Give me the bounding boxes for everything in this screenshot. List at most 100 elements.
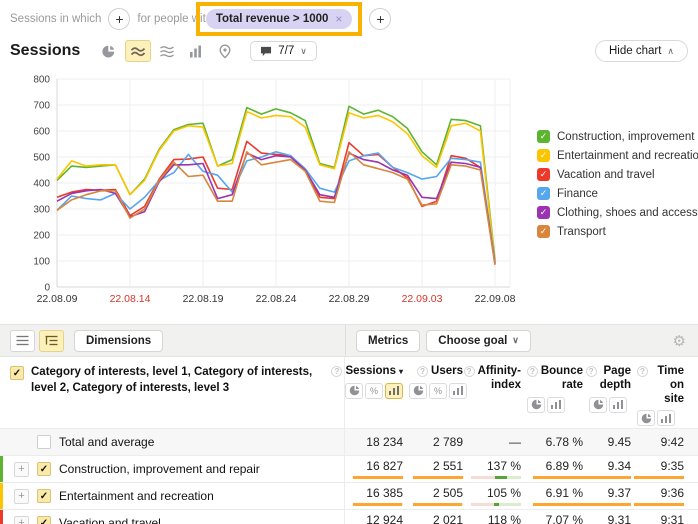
legend-item[interactable]: ✓ Entertainment and recreation (537, 149, 695, 162)
table-row[interactable]: + ✓ Construction, improvement and repair 16… (0, 455, 698, 482)
row-checkbox[interactable] (37, 435, 51, 449)
bars-toggle-icon[interactable] (657, 410, 675, 426)
bars-toggle-icon[interactable] (385, 383, 403, 399)
legend-label: Entertainment and recreation (557, 150, 698, 162)
expand-row-button[interactable]: + (14, 516, 29, 524)
legend-checkbox[interactable]: ✓ (537, 206, 550, 219)
chart-header: Sessions 7/7 ∨ Hide chart ∧ (0, 34, 698, 64)
metric-value: 118 % (488, 513, 521, 524)
pie-toggle-icon[interactable] (589, 397, 607, 413)
y-axis-tick-label: 300 (33, 205, 50, 216)
row-label[interactable]: Construction, improvement and repair (59, 462, 260, 476)
segment-chip-total-revenue[interactable]: Total revenue > 1000 × (206, 9, 353, 29)
row-checkbox[interactable]: ✓ (37, 489, 51, 503)
metric-value: 9.45 (608, 435, 631, 449)
pie-toggle-icon[interactable] (409, 383, 427, 399)
map-pin-icon[interactable] (212, 40, 238, 62)
expand-row-button[interactable]: + (14, 462, 29, 477)
legend-label: Finance (557, 188, 598, 200)
dimension-checkbox[interactable]: ✓ (10, 366, 24, 380)
legend-item[interactable]: ✓Construction, improvement and repair (537, 130, 695, 143)
row-label[interactable]: Entertainment and recreation (59, 489, 214, 503)
chart-view-switcher (96, 40, 238, 62)
percent-toggle-icon[interactable]: % (365, 383, 383, 399)
help-icon[interactable]: ? (417, 366, 428, 377)
column-label[interactable]: Page depth (600, 365, 631, 393)
help-icon[interactable]: ? (464, 366, 475, 377)
legend-label: Transport (557, 226, 606, 238)
column-header-affinity-index[interactable]: ?Affinity-index (469, 365, 527, 426)
line-chart-icon[interactable] (125, 40, 151, 62)
column-header-sessions[interactable]: ?Sessions▾% (345, 365, 409, 426)
column-label[interactable]: Users (431, 365, 463, 379)
metric-cell: 6.89 % (527, 456, 589, 482)
pie-chart-icon[interactable] (96, 40, 122, 62)
help-icon[interactable]: ? (331, 366, 342, 377)
table-controls-band: Dimensions Metrics Choose goal ∨ ⚙ (0, 324, 698, 357)
gear-icon[interactable]: ⚙ (673, 332, 686, 350)
add-session-condition-button[interactable]: + (108, 8, 130, 30)
legend-item[interactable]: ✓Clothing, shoes and accessories (537, 206, 695, 219)
column-label[interactable]: Sessions (345, 365, 396, 379)
pie-toggle-icon[interactable] (345, 383, 363, 399)
tree-view-button[interactable] (39, 330, 64, 352)
affinity-indicator (471, 476, 521, 479)
table-controls-right: Metrics Choose goal ∨ ⚙ (345, 325, 698, 356)
metric-cell: 16 827 (345, 456, 409, 482)
dimensions-button[interactable]: Dimensions (74, 330, 163, 352)
y-axis-tick-label: 200 (33, 231, 50, 242)
legend-item[interactable]: ✓ Transport (537, 225, 695, 238)
remove-segment-icon[interactable]: × (335, 12, 342, 26)
column-label[interactable]: Affinity-index (478, 365, 521, 393)
legend-item[interactable]: ✓ Finance (537, 187, 695, 200)
legend-item[interactable]: ✓Vacation and travel (537, 168, 695, 181)
chart-canvas[interactable]: 010020030040050060070080022.08.0922.08.1… (0, 64, 532, 320)
percent-toggle-icon[interactable]: % (429, 383, 447, 399)
hide-chart-button[interactable]: Hide chart ∧ (595, 40, 688, 62)
choose-goal-label: Choose goal (438, 335, 507, 347)
table-row[interactable]: Total and average18 2342 789—6.78 %9.459… (0, 428, 698, 455)
pie-toggle-icon[interactable] (527, 397, 545, 413)
stacked-chart-icon[interactable] (154, 40, 180, 62)
metric-bar (634, 503, 684, 506)
choose-goal-button[interactable]: Choose goal ∨ (426, 330, 531, 352)
add-user-condition-button[interactable]: + (369, 8, 391, 30)
column-label[interactable]: Bounce rate (541, 365, 583, 393)
metric-value: 2 551 (433, 459, 463, 473)
pie-toggle-icon[interactable] (637, 410, 655, 426)
metric-value: 12 924 (366, 513, 403, 524)
table-row[interactable]: +✓Entertainment and recreation16 3852 50… (0, 482, 698, 509)
expand-row-button[interactable]: + (14, 489, 29, 504)
legend-checkbox[interactable]: ✓ (537, 149, 550, 162)
legend-checkbox[interactable]: ✓ (537, 187, 550, 200)
column-chart-icon[interactable] (183, 40, 209, 62)
column-header-users[interactable]: ?Users% (409, 365, 469, 426)
metric-cell: 9:42 (637, 429, 690, 455)
row-checkbox[interactable]: ✓ (37, 462, 51, 476)
row-label-cell: + ✓ Vacation and travel (0, 510, 344, 524)
help-icon[interactable]: ? (586, 366, 597, 377)
legend-checkbox[interactable]: ✓ (537, 225, 550, 238)
table-row[interactable]: +✓Vacation and travel12 9242 021118 %7.0… (0, 509, 698, 524)
column-header-time-on-site[interactable]: ?Time on site (637, 365, 690, 426)
help-icon[interactable]: ? (527, 366, 538, 377)
help-icon[interactable]: ? (637, 366, 648, 377)
x-axis-tick-label: 22.08.09 (37, 293, 78, 305)
metric-cell: 6.78 % (527, 429, 589, 455)
dimension-title[interactable]: Category of interests, level 1, Category… (31, 365, 338, 396)
column-header-bounce-rate[interactable]: ?Bounce rate (527, 365, 589, 426)
metrics-button[interactable]: Metrics (356, 330, 420, 352)
legend-checkbox[interactable]: ✓ (537, 168, 550, 181)
metric-column-headers: ?Sessions▾%?Users%?Affinity-index?Bounce… (344, 357, 698, 428)
row-label[interactable]: Vacation and travel (59, 516, 161, 524)
sort-indicator-icon[interactable]: ▾ (399, 367, 403, 377)
legend-checkbox[interactable]: ✓ (537, 130, 550, 143)
bars-toggle-icon[interactable] (547, 397, 565, 413)
list-view-button[interactable] (10, 330, 35, 352)
annotations-dropdown[interactable]: 7/7 ∨ (250, 41, 317, 61)
column-label[interactable]: Time on site (651, 365, 684, 406)
column-header-page-depth[interactable]: ?Page depth (589, 365, 637, 426)
row-label[interactable]: Total and average (59, 435, 154, 449)
bars-toggle-icon[interactable] (609, 397, 627, 413)
row-checkbox[interactable]: ✓ (37, 516, 51, 524)
